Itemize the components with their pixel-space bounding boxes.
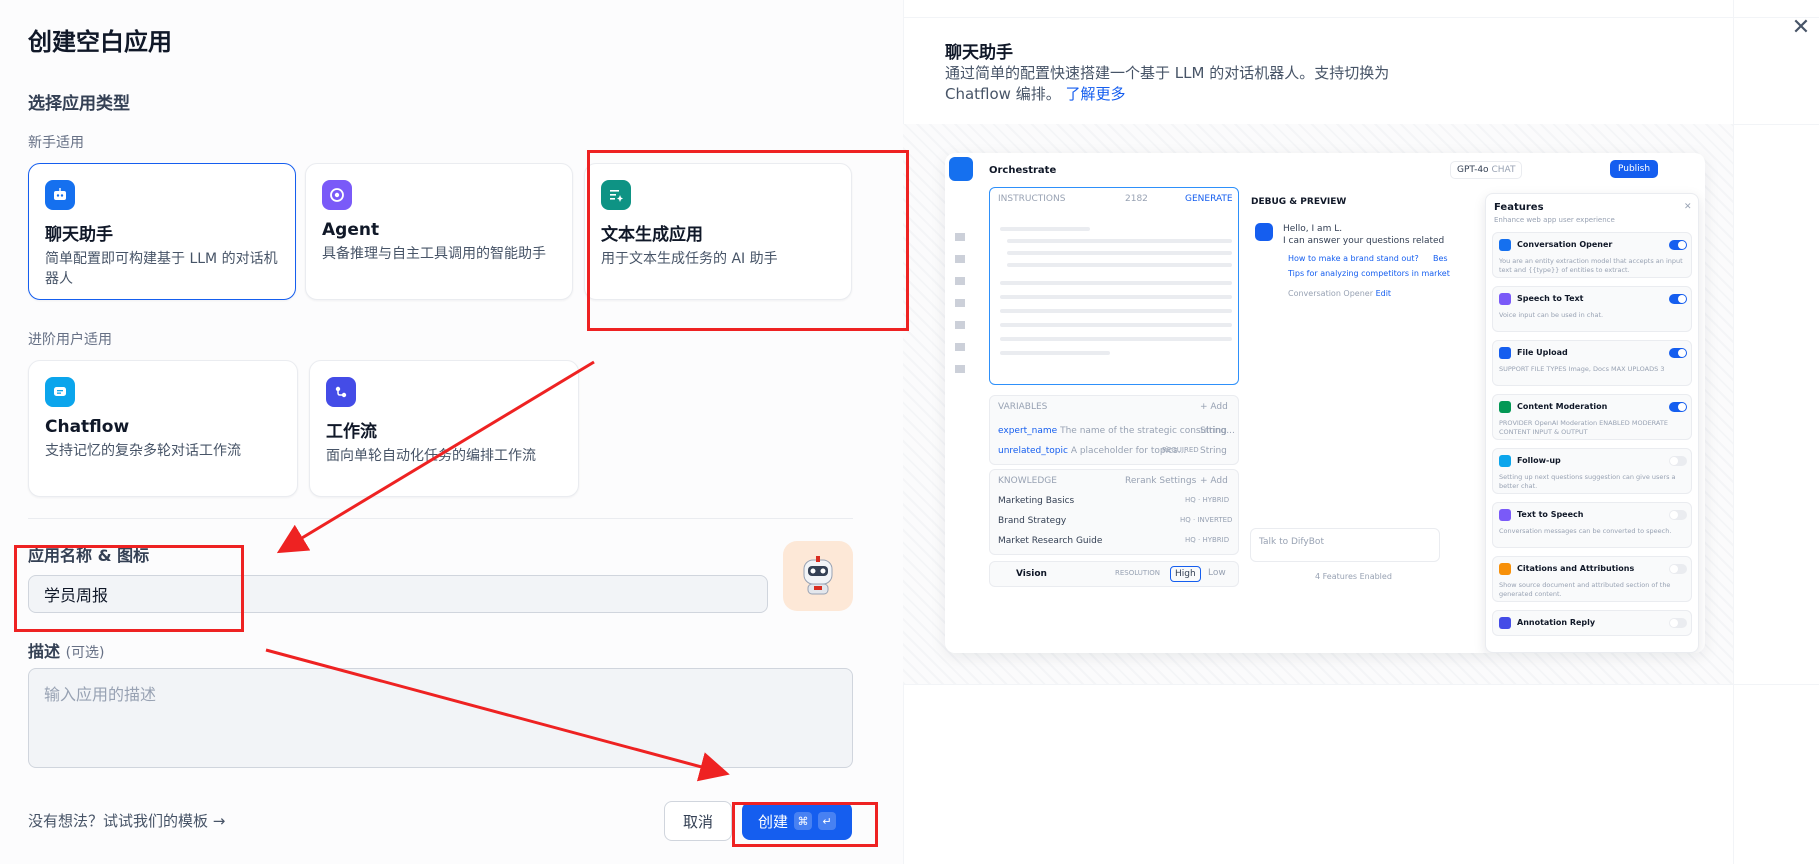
mock-suggestion: How to make a brand stand out? [1288, 254, 1419, 263]
card-title: 文本生成应用 [601, 225, 703, 245]
panel-divider [903, 684, 1819, 685]
app-icon-picker[interactable] [783, 541, 853, 611]
card-desc: 面向单轮自动化任务的编排工作流 [326, 448, 536, 464]
mock-sidebar-icons [955, 233, 965, 373]
card-title: Agent [322, 220, 380, 240]
robot-avatar-icon [803, 556, 833, 595]
preview-screenshot: Orchestrate GPT-4o CHAT Publish INSTRUCT… [945, 153, 1705, 653]
preview-desc: 通过简单的配置快速搭建一个基于 LLM 的对话机器人。支持切换为 Chatflo… [945, 64, 1390, 103]
agent-icon [322, 180, 352, 210]
mock-variables-panel: VARIABLES + Add expert_name The name of … [989, 395, 1239, 465]
name-icon-label: 应用名称 & 图标 [28, 546, 150, 565]
mock-chat-input: Talk to DifyBot [1250, 528, 1440, 562]
section-divider [28, 518, 853, 519]
text-generation-icon [601, 180, 631, 210]
mock-vision-panel: Vision RESOLUTION High Low [989, 561, 1239, 587]
create-app-dialog: 创建空白应用 选择应用类型 新手适用 聊天助手 简单配置即可构建基于 LLM 的… [0, 0, 903, 864]
enter-key-icon: ↵ [818, 812, 836, 830]
mock-suggestion: Bes [1433, 254, 1448, 263]
card-title: Chatflow [45, 417, 130, 437]
dialog-title: 创建空白应用 [28, 28, 172, 56]
mock-features-enabled: 4 Features Enabled [1315, 572, 1392, 581]
bot-avatar-icon [1255, 223, 1273, 241]
preview-title: 聊天助手 [945, 43, 1013, 63]
app-type-card-chatflow[interactable]: Chatflow 支持记忆的复杂多轮对话工作流 [28, 360, 298, 497]
card-title: 聊天助手 [45, 225, 113, 245]
app-type-card-chat-assistant[interactable]: 聊天助手 简单配置即可构建基于 LLM 的对话机器人 [28, 163, 296, 300]
chat-bot-icon [45, 180, 75, 210]
card-desc: 支持记忆的复杂多轮对话工作流 [45, 443, 241, 459]
try-templates-link[interactable]: 没有想法？试试我们的模板 → [28, 810, 225, 831]
app-type-card-workflow[interactable]: 工作流 面向单轮自动化任务的编排工作流 [309, 360, 579, 497]
mock-chat-message: Hello, I am L. I can answer your questio… [1283, 224, 1445, 246]
create-button-label: 创建 [757, 812, 788, 831]
app-logo-icon [949, 157, 973, 181]
chatflow-icon [45, 377, 75, 407]
mock-header: Orchestrate [989, 165, 1057, 176]
beginner-group-label: 新手适用 [28, 135, 84, 151]
mock-instructions-panel: INSTRUCTIONS 2182 GENERATE [989, 187, 1239, 385]
card-title: 工作流 [326, 422, 377, 442]
workflow-icon [326, 377, 356, 407]
mock-opener-note: Conversation Opener Edit [1288, 289, 1392, 298]
app-type-card-agent[interactable]: Agent 具备推理与自主工具调用的智能助手 [305, 163, 573, 300]
mock-suggestion: Tips for analyzing competitors in market [1288, 269, 1450, 278]
panel-divider [1733, 0, 1734, 864]
mock-features-panel: Features Enhance web app user experience… [1485, 193, 1699, 653]
mock-debug-title: DEBUG & PREVIEW [1251, 197, 1347, 207]
mock-model-selector: GPT-4o CHAT [1450, 161, 1523, 179]
app-type-card-text-generation[interactable]: 文本生成应用 用于文本生成任务的 AI 助手 [584, 163, 852, 300]
card-desc: 用于文本生成任务的 AI 助手 [601, 251, 778, 267]
panel-divider [903, 17, 1819, 18]
cancel-button[interactable]: 取消 [664, 801, 732, 841]
card-desc: 具备推理与自主工具调用的智能助手 [322, 246, 546, 262]
mock-publish-button: Publish [1610, 160, 1659, 178]
create-button[interactable]: 创建 ⌘ ↵ [742, 802, 852, 840]
app-description-input[interactable] [28, 668, 853, 768]
app-type-section-title: 选择应用类型 [28, 94, 130, 114]
mock-knowledge-panel: KNOWLEDGE Rerank Settings + Add Marketin… [989, 469, 1239, 555]
close-icon[interactable]: ✕ [1788, 14, 1814, 40]
advanced-group-label: 进阶用户适用 [28, 332, 112, 348]
learn-more-link[interactable]: 了解更多 [1066, 85, 1126, 103]
desc-label: 描述 (可选) [28, 642, 105, 661]
cmd-key-icon: ⌘ [794, 812, 812, 830]
card-desc: 简单配置即可构建基于 LLM 的对话机器人 [45, 251, 278, 287]
app-name-input[interactable] [28, 575, 768, 613]
